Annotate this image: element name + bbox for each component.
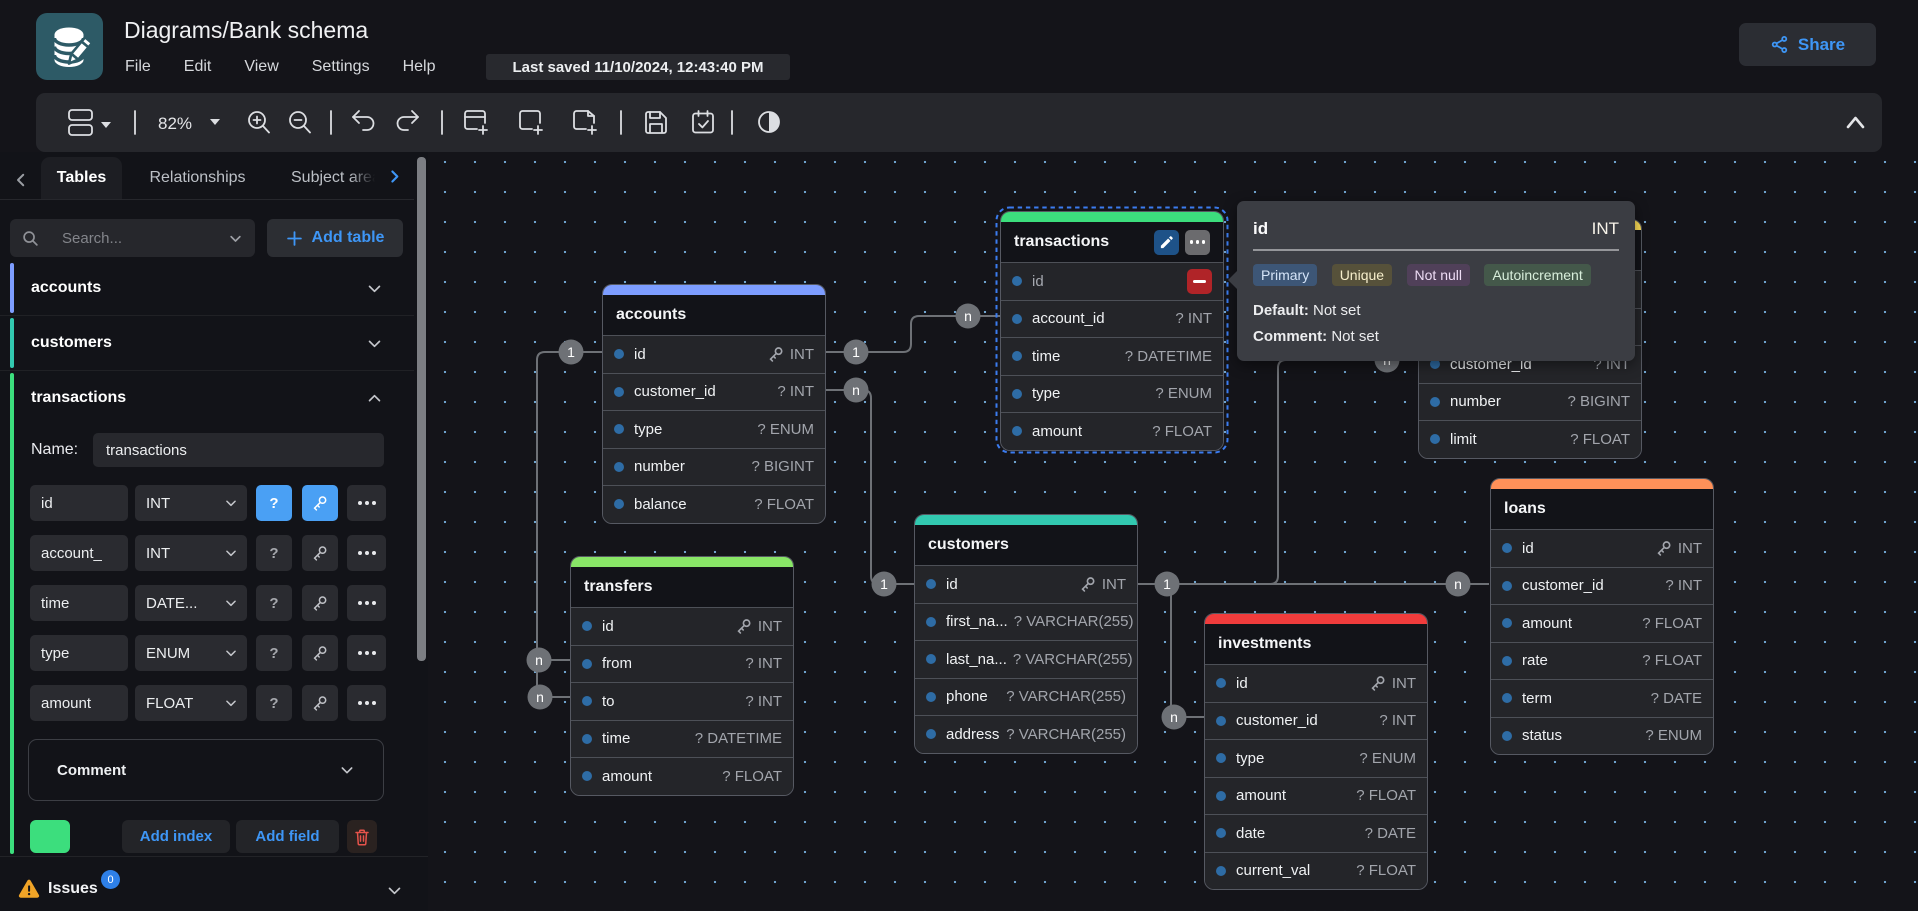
svg-text:n: n (964, 308, 972, 324)
svg-text:1: 1 (1163, 576, 1171, 592)
svg-text:1: 1 (852, 344, 860, 360)
svg-text:1: 1 (567, 344, 575, 360)
svg-text:n: n (536, 689, 544, 705)
svg-text:n: n (1170, 709, 1178, 725)
svg-text:n: n (852, 382, 860, 398)
svg-text:82%: 82% (158, 114, 192, 133)
svg-text:1: 1 (880, 576, 888, 592)
svg-text:n: n (1454, 576, 1462, 592)
svg-text:n: n (535, 652, 543, 668)
